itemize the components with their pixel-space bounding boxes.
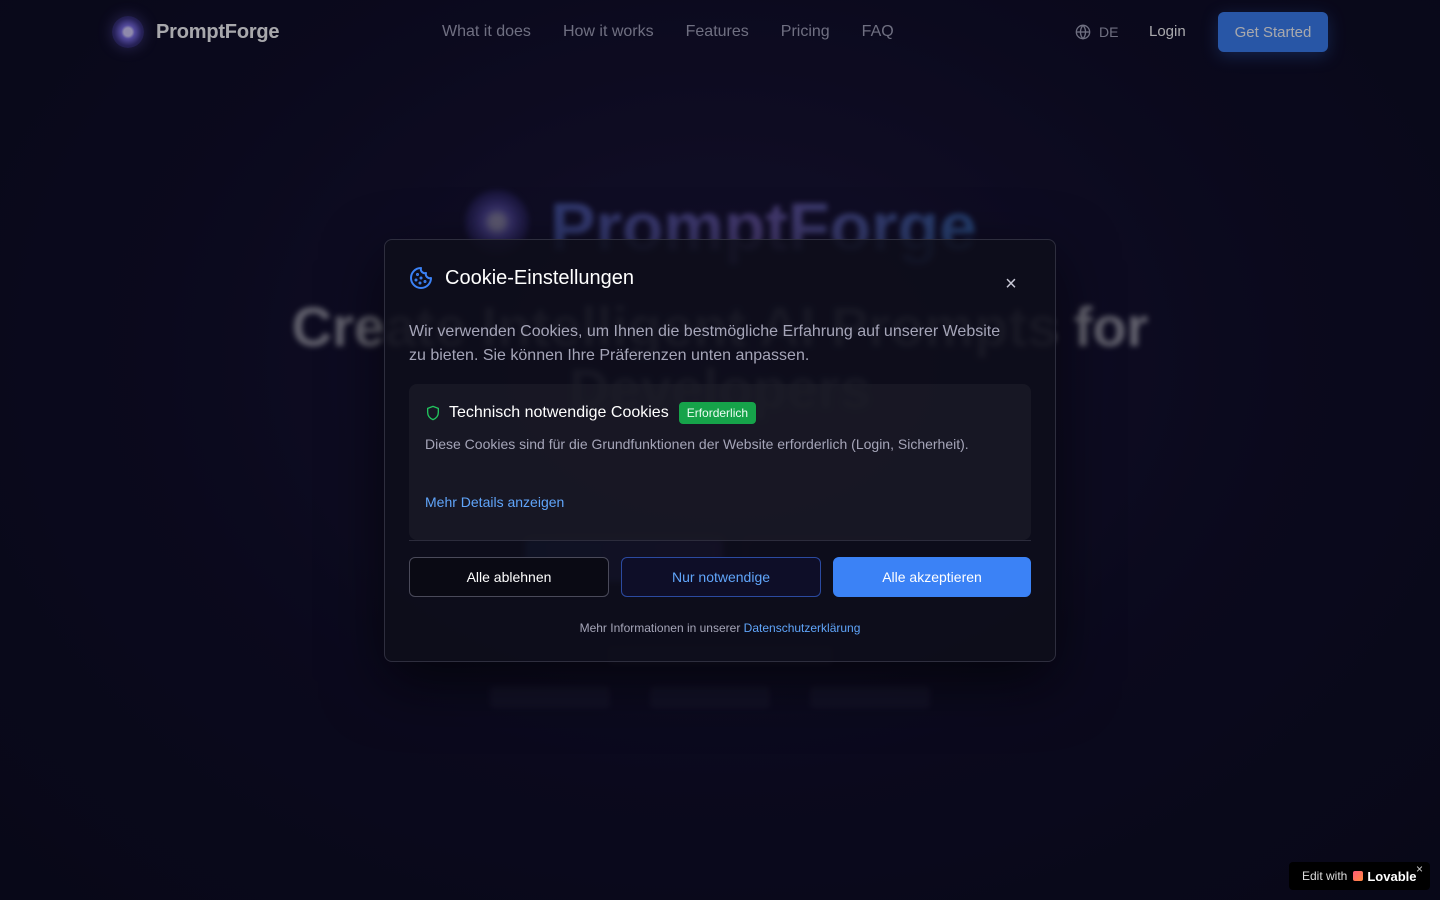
- privacy-policy-link[interactable]: Datenschutzerklärung: [744, 621, 861, 635]
- section-title: Technisch notwendige Cookies: [449, 404, 669, 421]
- accept-all-button[interactable]: Alle akzeptieren: [833, 557, 1031, 597]
- cookie-dialog: Cookie-Einstellungen × Wir verwenden Coo…: [384, 239, 1056, 662]
- dialog-description: Wir verwenden Cookies, um Ihnen die best…: [409, 323, 1001, 364]
- required-badge: Erforderlich: [678, 402, 757, 424]
- lovable-heart-icon: [1353, 871, 1364, 881]
- lovable-close-icon[interactable]: ×: [1416, 862, 1423, 876]
- privacy-note-text: Mehr Informationen in unserer: [579, 621, 741, 635]
- privacy-note: Mehr Informationen in unserer Datenschut…: [385, 621, 1055, 635]
- shield-icon: [427, 405, 439, 421]
- reject-all-button[interactable]: Alle ablehnen: [409, 557, 609, 597]
- section-header: Technisch notwendige Cookies Erforderlic…: [425, 402, 757, 424]
- cookie-icon: [410, 267, 432, 289]
- dialog-header: Cookie-Einstellungen: [409, 266, 634, 290]
- section-description: Diese Cookies sind für die Grundfunktion…: [425, 436, 969, 452]
- dialog-title: Cookie-Einstellungen: [445, 266, 635, 289]
- more-details-link[interactable]: Mehr Details anzeigen: [425, 494, 564, 510]
- lovable-prefix: Edit with: [1302, 869, 1348, 883]
- lovable-badge[interactable]: Edit with Lovable: [1289, 862, 1430, 890]
- lovable-brand: Lovable: [1367, 868, 1417, 884]
- close-icon[interactable]: ×: [1001, 274, 1021, 294]
- only-necessary-button[interactable]: Nur notwendige: [621, 557, 821, 597]
- necessary-cookies-section: Technisch notwendige Cookies Erforderlic…: [409, 384, 1031, 540]
- divider: [409, 540, 1031, 541]
